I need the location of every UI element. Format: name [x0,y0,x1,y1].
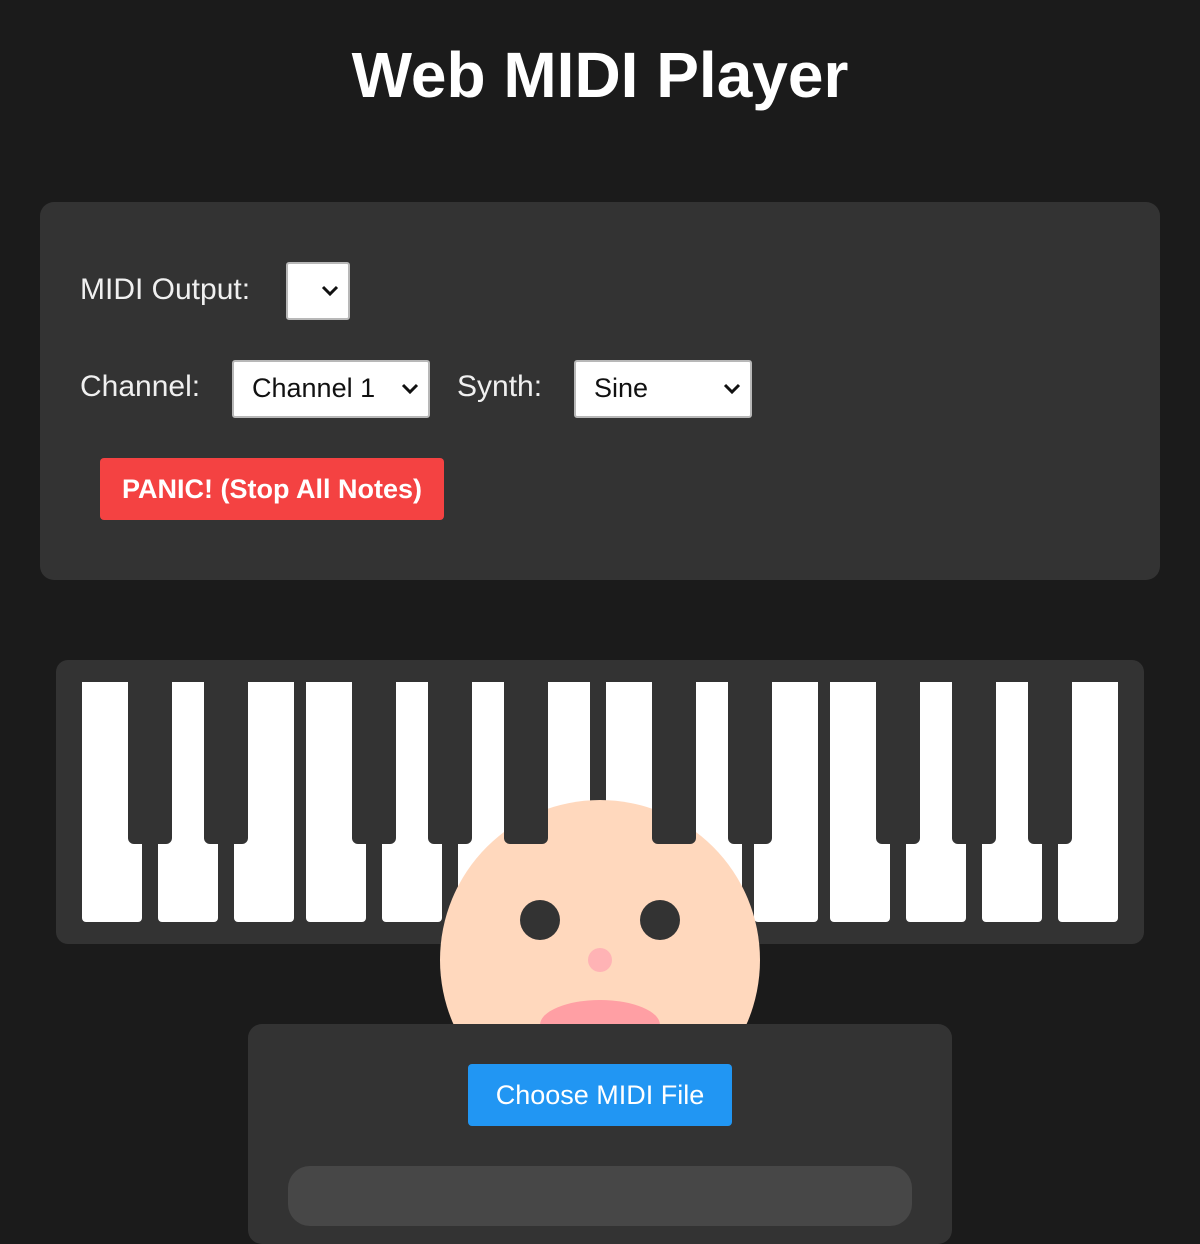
mascot-right-eye [640,900,680,940]
synth-label: Synth: [457,370,543,403]
black-key[interactable] [428,682,472,844]
synth-value: Sine [594,373,649,403]
black-key[interactable] [728,682,772,844]
synth-select[interactable]: Sine [574,360,752,418]
chevron-down-icon [723,383,741,395]
channel-select[interactable]: Channel 1 [232,360,430,418]
mascot-nose [588,948,612,972]
panic-button[interactable]: PANIC! (Stop All Notes) [100,458,444,520]
controls-panel: MIDI Output: Channel: Channel 1 Synth: S… [40,202,1160,580]
black-key[interactable] [128,682,172,844]
chevron-down-icon [321,285,339,297]
black-key[interactable] [352,682,396,844]
black-key[interactable] [952,682,996,844]
choose-midi-file-button[interactable]: Choose MIDI File [468,1064,732,1126]
playback-progress-bar[interactable] [288,1166,912,1226]
piano-keyboard [56,660,1144,1120]
chevron-down-icon [401,383,419,395]
black-key[interactable] [504,682,548,844]
file-panel: Choose MIDI File [248,1024,952,1244]
page-title: Web MIDI Player [351,39,849,111]
channel-label: Channel: [80,370,201,403]
black-key[interactable] [204,682,248,844]
channel-value: Channel 1 [252,373,376,403]
black-key[interactable] [876,682,920,844]
midi-output-label: MIDI Output: [80,273,251,306]
midi-output-select[interactable] [286,262,350,320]
mascot-left-eye [520,900,560,940]
black-key[interactable] [1028,682,1072,844]
black-key[interactable] [652,682,696,844]
